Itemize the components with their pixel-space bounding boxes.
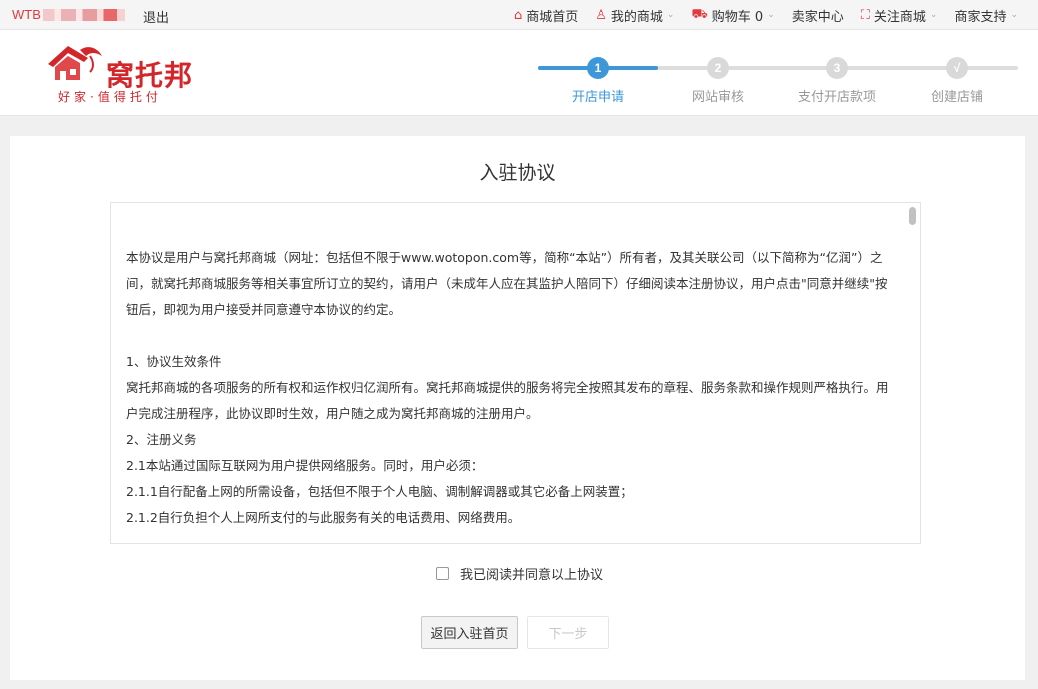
chevron-down-icon: ⌄: [666, 10, 675, 20]
next-step-button[interactable]: 下一步: [527, 616, 609, 649]
step-2: 2 网站审核: [668, 55, 768, 105]
top-nav-label: 商家支持: [954, 9, 1007, 25]
top-nav-item[interactable]: 卖家中心: [792, 6, 844, 25]
username[interactable]: WTB: [12, 7, 125, 22]
agree-label: 我已阅读并同意以上协议: [460, 568, 604, 583]
chevron-down-icon: ⌄: [767, 10, 775, 20]
agreement-box[interactable]: 本协议是用户与窝托邦商城（网址：包括但不限于www.wotopon.com等，简…: [110, 202, 921, 544]
scrollbar-thumb[interactable]: [909, 207, 916, 225]
agreement-paragraph: 窝托邦商城的各项服务的所有权和运作权归亿润所有。窝托邦商城提供的服务将完全按照其…: [126, 380, 889, 421]
step-label: 支付开店款项: [797, 90, 876, 105]
agreement-paragraph: 本协议是用户与窝托邦商城（网址：包括但不限于www.wotopon.com等，简…: [126, 250, 888, 317]
top-nav-label: 我的商城: [610, 9, 663, 25]
chevron-down-icon: ⌄: [1010, 10, 1018, 20]
top-nav-item[interactable]: ⛟ 购物车 0 ⌄: [691, 6, 774, 25]
username-redacted: [42, 8, 125, 21]
agree-checkbox[interactable]: [436, 567, 449, 580]
top-nav-label: 卖家中心: [791, 9, 844, 25]
username-prefix: WTB: [12, 7, 41, 22]
top-nav-label: 购物车 0: [711, 9, 764, 25]
agreement-paragraph: 2.1本站通过国际互联网为用户提供网络服务。同时，用户必须：: [126, 458, 484, 473]
step-4: √ 创建店铺: [907, 55, 1007, 105]
follow-icon: ⛶: [860, 7, 870, 23]
step-1: 1 开店申请: [548, 55, 648, 105]
step-3: 3 支付开店款项: [787, 55, 887, 105]
home-icon: ⌂: [513, 7, 523, 23]
progress-steps: 1 开店申请 2 网站审核 3 支付开店款项 √ 创建店铺: [536, 55, 1018, 105]
step-number: 3: [826, 57, 848, 79]
step-label: 网站审核: [691, 90, 744, 105]
logo-slogan: 好家·值得托付: [58, 90, 162, 104]
main-panel: 入驻协议 本协议是用户与窝托邦商城（网址：包括但不限于www.wotopon.c…: [10, 136, 1025, 680]
agreement-paragraph: 2.1.1自行配备上网的所需设备，包括但不限于个人电脑、调制解调器或其它必备上网…: [126, 484, 633, 499]
top-nav-item[interactable]: ⛶ 关注商城 ⌄: [861, 6, 938, 25]
top-nav: ⌂ 商城首页 ♙ 我的商城 ⌄ ⛟ 购物车 0 ⌄ 卖家中心 ⛶ 关注商城 ⌄ 商家支持 ⌄: [497, 0, 1018, 30]
step-number: √: [946, 57, 968, 79]
top-nav-label: 关注商城: [873, 9, 926, 25]
step-number: 2: [707, 57, 729, 79]
top-nav-item[interactable]: ♙ 我的商城 ⌄: [595, 6, 674, 25]
user-icon: ♙: [595, 7, 607, 23]
top-nav-item[interactable]: 商家支持 ⌄: [954, 6, 1018, 25]
chevron-down-icon: ⌄: [929, 10, 938, 20]
step-label: 创建店铺: [930, 90, 983, 105]
agreement-scrollbar[interactable]: [906, 203, 920, 543]
header: 窝托邦 好家·值得托付 1 开店申请 2 网站审核 3 支付开店款项 √ 创建店铺: [0, 30, 1038, 116]
agreement-paragraph: 1、协议生效条件: [126, 354, 222, 369]
back-to-home-button[interactable]: 返回入驻首页: [421, 616, 518, 649]
top-bar: WTB 退出 ⌂ 商城首页 ♙ 我的商城 ⌄ ⛟ 购物车 0 ⌄ 卖家中心 ⛶ 关注商城 ⌄ 商家支持 ⌄: [0, 0, 1038, 30]
top-nav-label: 商城首页: [526, 9, 579, 25]
step-number: 1: [587, 57, 609, 79]
agree-checkbox-row[interactable]: 我已阅读并同意以上协议: [436, 564, 603, 583]
logo[interactable]: 窝托邦 好家·值得托付: [44, 42, 204, 106]
top-nav-item[interactable]: ⌂ 商城首页: [514, 6, 578, 25]
agreement-paragraph: 2、注册义务: [126, 432, 197, 447]
step-label: 开店申请: [571, 90, 624, 105]
agreement-paragraph: 2.1.2自行负担个人上网所支付的与此服务有关的电话费用、网络费用。: [126, 510, 521, 525]
logout-link[interactable]: 退出: [143, 7, 169, 26]
logo-house-icon: [48, 46, 102, 80]
page-title: 入驻协议: [479, 162, 556, 184]
cart-icon: ⛟: [691, 6, 708, 22]
agreement-text: 本协议是用户与窝托邦商城（网址：包括但不限于www.wotopon.com等，简…: [126, 245, 896, 531]
